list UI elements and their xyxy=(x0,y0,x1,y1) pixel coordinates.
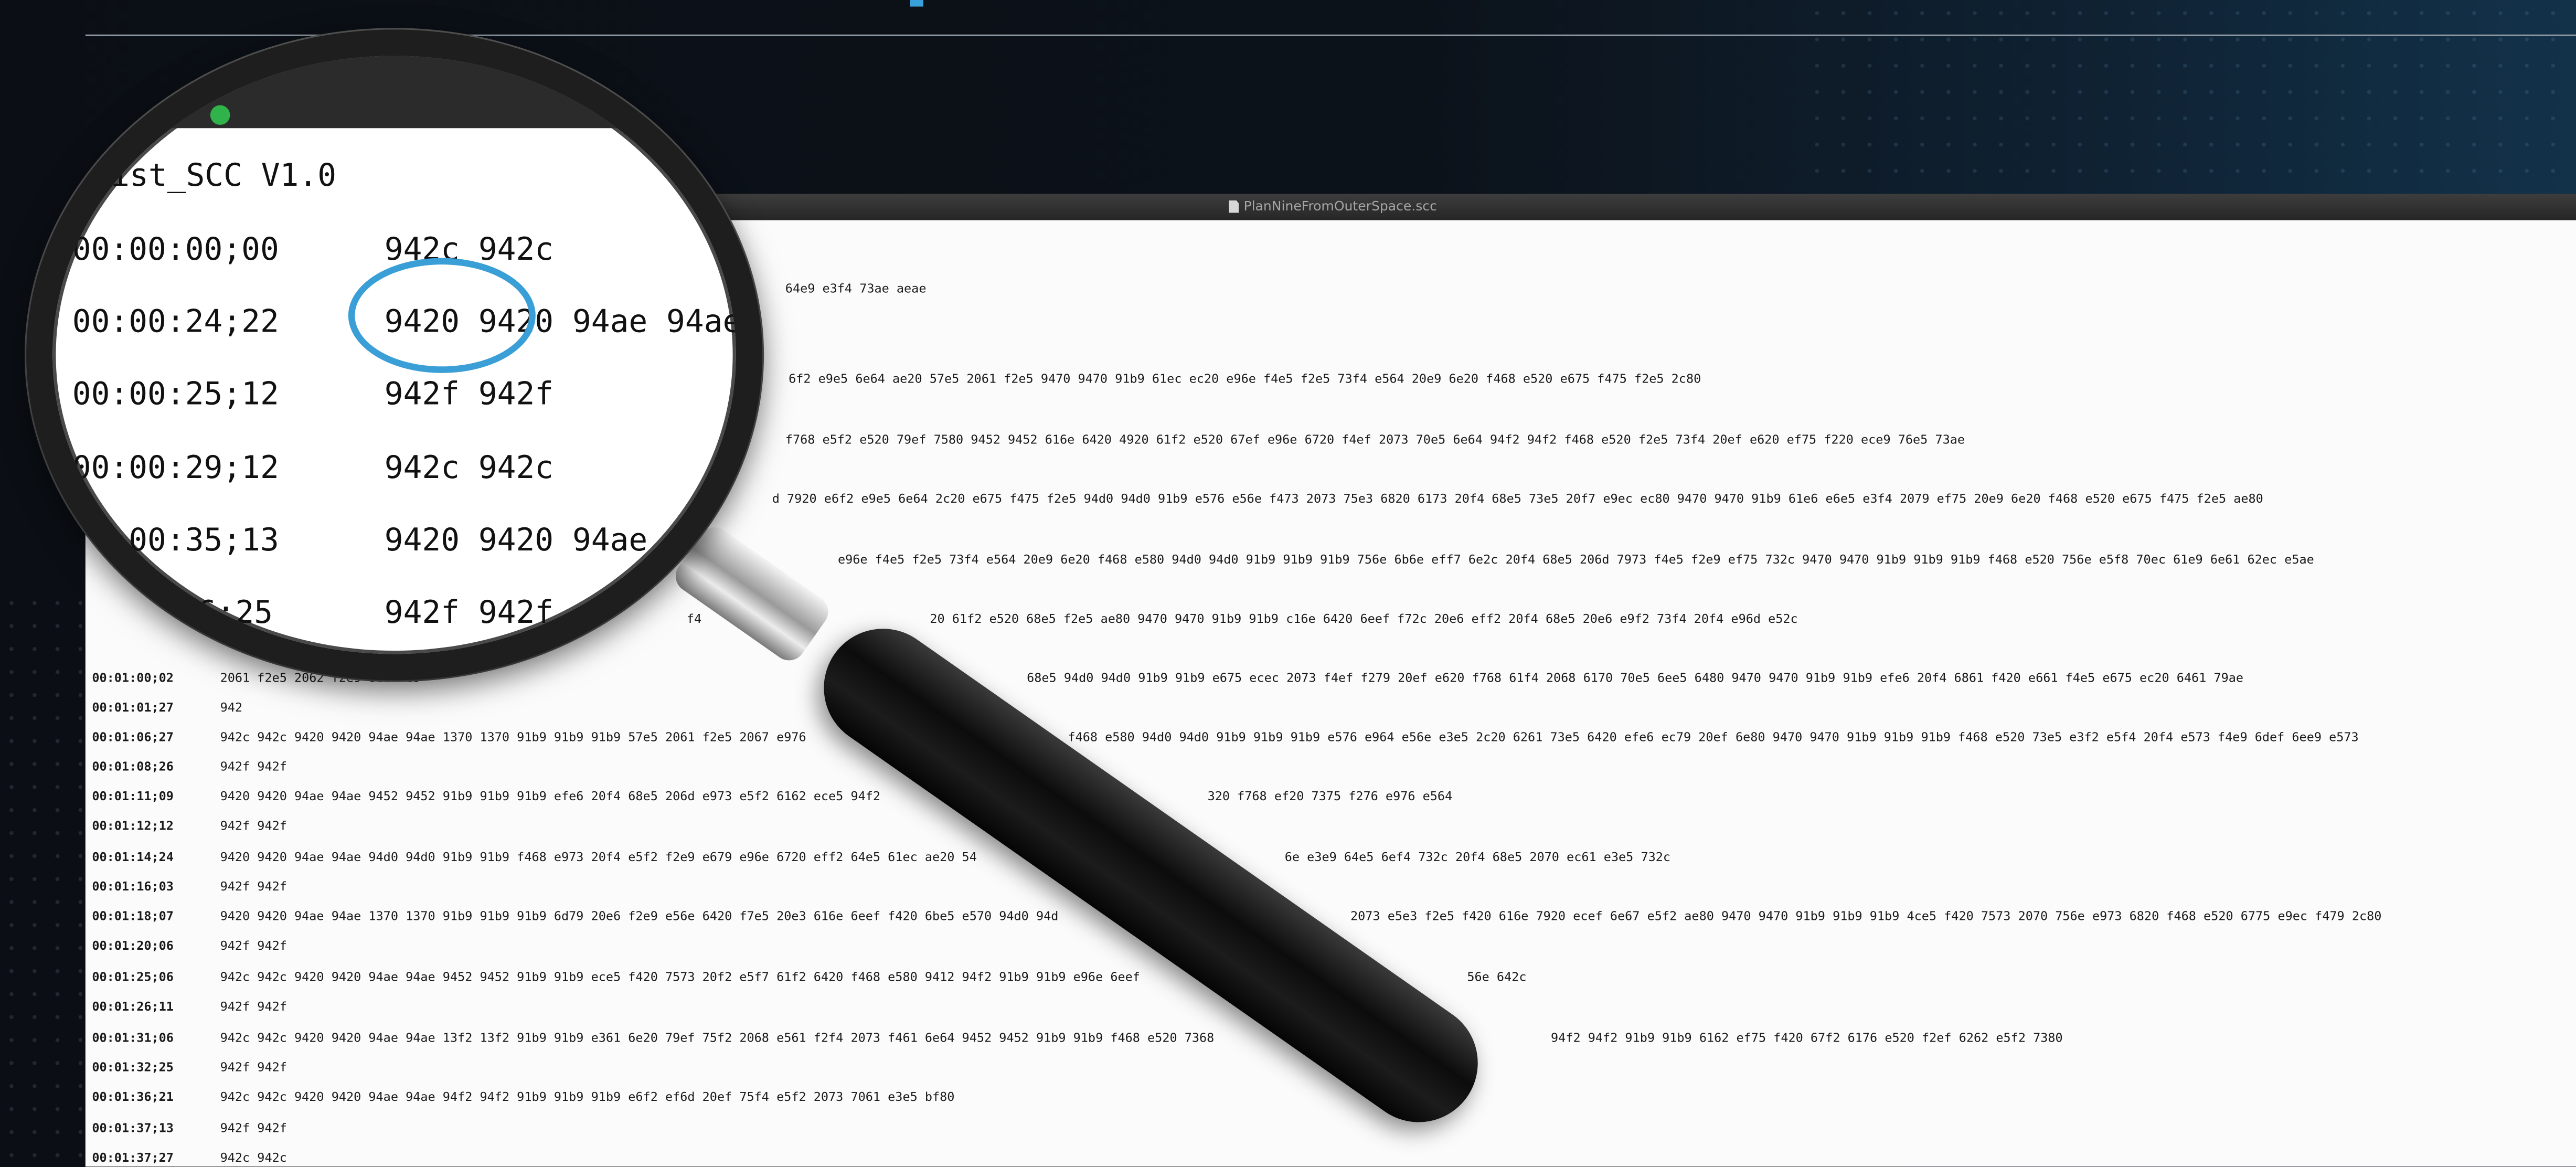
timecode: 00:01:00;02 xyxy=(92,670,174,685)
magnified-row: 00:00:35;13 9420 9420 94ae xyxy=(72,523,647,559)
hex-codes: 9420 9420 94ae 94ae 9452 9452 91b9 91b9 … xyxy=(220,789,881,804)
magnified-view: rist_SCC V1.0 00:00:00;00 942c 942c 00:00… xyxy=(52,56,736,654)
hex-codes: 9420 9420 94ae 94ae 94d0 94d0 91b9 91b9 … xyxy=(220,849,977,865)
hex-codes: 942f 942f xyxy=(220,818,287,833)
table-row: 00:01:14;24 9420 9420 94ae 94ae 94d0 94d0… xyxy=(92,848,977,868)
table-row: 00:01:08;26 942f 942f xyxy=(92,758,287,778)
timecode: 00:01:32;25 xyxy=(92,1059,174,1075)
table-row: 00:01:31;06 942c 942c 9420 9420 94ae 94ae… xyxy=(92,1028,1214,1048)
timecode: 00:01:16;03 xyxy=(92,879,174,894)
code-fragment: 64e9 e3f4 73ae aeae xyxy=(785,281,927,296)
timecode: 00:00:25;12 xyxy=(72,376,279,412)
file-header: rist_SCC V1.0 xyxy=(92,157,337,194)
table-row: 00:01:25;06 942c 942c 9420 9420 94ae 94ae… xyxy=(92,968,1140,988)
hex-codes: 942c 942c 9420 9420 94ae 94ae 13f2 13f2 … xyxy=(220,1030,1215,1045)
table-row: 00:01:37;13 942f 942f xyxy=(92,1119,287,1139)
hex-codes: 942f 942f xyxy=(220,759,287,774)
table-row: 00:01:18;07 9420 9420 94ae 94ae 1370 1370… xyxy=(92,907,1058,927)
hex-codes: 942f 942f xyxy=(220,938,287,953)
hex-codes: 9420 9420 94ae 94ae 1370 1370 91b9 91b9 … xyxy=(220,908,1059,924)
hex-codes: 942c 942c xyxy=(220,1150,287,1165)
timecode: 00:01:08;26 xyxy=(92,759,174,774)
hex-codes: 942f 942f xyxy=(220,879,287,894)
hex-codes: 942 xyxy=(220,699,243,715)
timecode: 00:01:31;06 xyxy=(92,1030,174,1045)
hex-codes: 942f 942f xyxy=(220,999,287,1014)
code-fragment: f768 e5f2 e520 79ef 7580 9452 9452 616e … xyxy=(785,432,1965,447)
magnified-row: 0:36;25 942f 942f xyxy=(141,595,553,631)
timecode: 00:00:29;12 xyxy=(72,450,279,486)
hex-codes: 942f 942f xyxy=(220,1059,287,1075)
timecode: 00:01:37;27 xyxy=(92,1150,174,1165)
table-row: 00:01:16;03 942f 942f xyxy=(92,877,287,897)
hex-codes: 942c 942c xyxy=(384,450,554,486)
table-row: 00:01:06;27 942c 942c 9420 9420 94ae 94ae… xyxy=(92,728,806,748)
table-row: 00:01:36;21 942c 942c 9420 9420 94ae 94ae… xyxy=(92,1088,954,1108)
code-fragment: 2073 e5e3 f2e5 f420 616e 7920 ecef 6e67 … xyxy=(1350,908,2382,924)
hex-codes: 942f 942f xyxy=(220,1120,287,1136)
document-icon xyxy=(1229,199,1239,213)
timecode: 00:01:18;07 xyxy=(92,908,174,924)
table-row: 00:01:26;11 942f 942f xyxy=(92,998,287,1017)
code-fragment: f468 e580 94d0 94d0 91b9 91b9 91b9 e576 … xyxy=(1068,729,2359,745)
table-row: 00:01:11;09 9420 9420 94ae 94ae 9452 9452… xyxy=(92,787,880,807)
code-fragment: 68e5 94d0 94d0 91b9 91b9 e675 ecec 2073 … xyxy=(1027,670,2244,685)
code-fragment: e96e f4e5 f2e5 73f4 e564 20e9 6e20 f468 … xyxy=(838,552,2314,567)
highlight-circle xyxy=(348,258,536,373)
window-zoom-button[interactable] xyxy=(210,105,230,125)
timecode: 00:00:00;00 xyxy=(72,231,279,268)
accent-mark xyxy=(910,0,923,7)
magnified-row: 00:00:00;00 942c 942c xyxy=(72,232,553,268)
code-fragment: 320 f768 ef20 7375 f276 e976 e564 xyxy=(1207,789,1453,804)
timecode: 00:00:35;13 xyxy=(72,522,279,559)
hex-codes: 942c 942c 9420 9420 94ae 94ae 9452 9452 … xyxy=(220,969,1140,984)
hex-codes: 942c 942c 9420 9420 94ae 94ae 94f2 94f2 … xyxy=(220,1089,955,1105)
timecode: 00:01:20;06 xyxy=(92,938,174,953)
timecode: 00:01:36;21 xyxy=(92,1089,174,1105)
timecode: 00:01:12;12 xyxy=(92,818,174,833)
timecode: 00:01:01;27 xyxy=(92,699,174,715)
timecode: 00:01:06;27 xyxy=(92,729,174,745)
code-fragment: 6e e3e9 64e5 6ef4 732c 20f4 68e5 2070 ec… xyxy=(1284,849,1671,865)
code-fragment: 94f2 94f2 91b9 91b9 6162 ef75 f420 67f2 … xyxy=(1551,1030,2063,1045)
magnified-row: 00:00:25;12 942f 942f xyxy=(72,376,553,412)
code-fragment: 56e 642c xyxy=(1467,969,1527,984)
hex-codes: 942f 942f xyxy=(384,376,554,412)
window-title: PlanNineFromOuterSpace.scc xyxy=(1243,198,1437,214)
timecode: 00:01:25;06 xyxy=(92,969,174,984)
code-fragment: d 7920 e6f2 e9e5 6e64 2c20 e675 f475 f2e… xyxy=(772,491,2263,506)
background-dot-pattern xyxy=(1804,0,2576,222)
table-row: 00:01:01;27 942 xyxy=(92,698,242,718)
table-row: 00:01:12;12 942f 942f xyxy=(92,816,287,836)
magnified-titlebar xyxy=(52,56,736,129)
window-title-group: PlanNineFromOuterSpace.scc xyxy=(1229,199,1437,214)
hex-codes: 9420 9420 94ae xyxy=(384,522,648,559)
hex-codes: 942c 942c 9420 9420 94ae 94ae 1370 1370 … xyxy=(220,729,806,745)
background-dot-pattern-left xyxy=(0,591,82,1167)
screenshot-stage: PlanNineFromOuterSpace.scc 00:01:00;02 20… xyxy=(0,0,2576,1167)
table-row: 00:01:32;25 942f 942f xyxy=(92,1058,287,1078)
table-row: 00:01:37;27 942c 942c xyxy=(92,1149,287,1166)
timecode: 00:00:24;22 xyxy=(72,304,279,341)
timecode: 00:01:11;09 xyxy=(92,789,174,804)
timecode: 00:01:26;11 xyxy=(92,999,174,1014)
code-fragment: 6f2 e9e5 6e64 ae20 57e5 2061 f2e5 9470 9… xyxy=(789,371,1701,386)
timecode: 00:01:37;13 xyxy=(92,1120,174,1136)
timecode: 0:36;25 xyxy=(141,595,273,631)
timecode: 00:01:14;24 xyxy=(92,849,174,865)
code-fragment: 20 61f2 e520 68e5 f2e5 ae80 9470 9470 91… xyxy=(930,611,1798,627)
hex-codes: 942f 942f xyxy=(384,595,554,631)
table-row: 00:01:20;06 942f 942f xyxy=(92,937,287,957)
magnifying-glass-lens: rist_SCC V1.0 00:00:00;00 942c 942c 00:00… xyxy=(26,29,762,681)
magnified-row: 00:00:29;12 942c 942c xyxy=(72,450,553,486)
